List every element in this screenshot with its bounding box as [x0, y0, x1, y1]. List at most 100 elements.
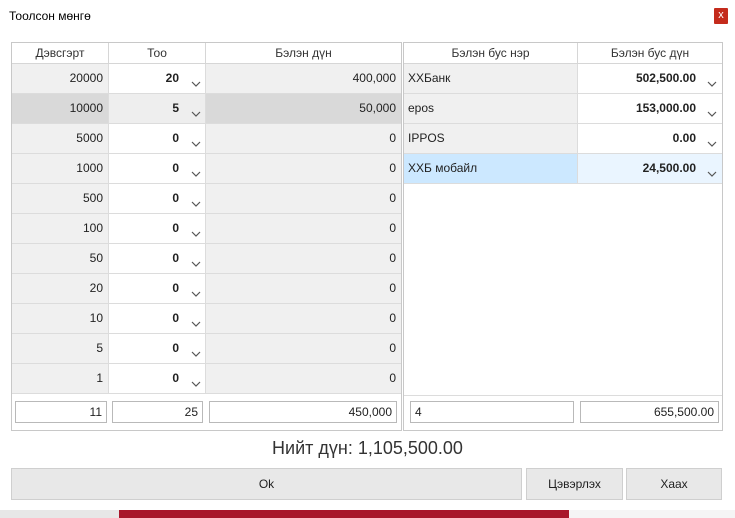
noncash-count-field[interactable]: 4 — [410, 401, 574, 423]
noncash-row[interactable]: epos 153,000.00 — [404, 94, 722, 124]
cash-row[interactable]: 5000 0 0 — [12, 124, 401, 154]
total-count-field[interactable]: 25 — [112, 401, 203, 423]
noncash-amount-value: 502,500.00 — [635, 71, 696, 85]
noncash-row[interactable]: ХХБанк 502,500.00 — [404, 64, 722, 94]
cash-row[interactable]: 100 0 0 — [12, 214, 401, 244]
close-window-button[interactable]: x — [714, 8, 728, 24]
cash-amount-cell: 0 — [206, 154, 401, 184]
cash-row[interactable]: 500 0 0 — [12, 184, 401, 214]
noncash-row[interactable]: IPPOS 0.00 — [404, 124, 722, 154]
chevron-down-icon[interactable] — [190, 72, 202, 87]
chevron-down-icon[interactable] — [190, 342, 202, 357]
count-dropdown[interactable]: 0 — [109, 154, 206, 184]
count-value: 0 — [172, 251, 179, 265]
column-header-noncash-amount[interactable]: Бэлэн бус дүн — [578, 43, 722, 64]
noncash-amount-dropdown[interactable]: 0.00 — [578, 124, 722, 154]
count-dropdown[interactable]: 0 — [109, 274, 206, 304]
cash-amount-cell: 50,000 — [206, 94, 401, 124]
count-value: 0 — [172, 281, 179, 295]
count-dropdown[interactable]: 20 — [109, 64, 206, 94]
noncash-amount-value: 153,000.00 — [635, 101, 696, 115]
cash-row[interactable]: 20 0 0 — [12, 274, 401, 304]
denomination-cell: 100 — [12, 214, 109, 244]
denomination-cell: 5 — [12, 334, 109, 364]
window-title: Тоолсон мөнгө — [9, 9, 91, 23]
chevron-down-icon[interactable] — [190, 372, 202, 387]
close-button[interactable]: Хаах — [626, 468, 722, 500]
noncash-name-cell: epos — [404, 94, 578, 124]
chevron-down-icon[interactable] — [190, 162, 202, 177]
grid-divider — [404, 395, 722, 396]
background-strip-banner — [119, 510, 569, 518]
noncash-amount-value: 24,500.00 — [642, 161, 696, 175]
noncash-amount-dropdown[interactable]: 24,500.00 — [578, 154, 722, 184]
chevron-down-icon[interactable] — [190, 252, 202, 267]
denomination-cell: 20 — [12, 274, 109, 304]
cash-row[interactable]: 50 0 0 — [12, 244, 401, 274]
total-cash-amount-field[interactable]: 450,000 — [209, 401, 397, 423]
ok-button[interactable]: Ok — [11, 468, 522, 500]
noncash-grid: Бэлэн бус нэр Бэлэн бус дүн ХХБанк 502,50… — [403, 42, 723, 431]
noncash-row[interactable]: ХХБ мобайл 24,500.00 — [404, 154, 722, 184]
count-dropdown[interactable]: 0 — [109, 244, 206, 274]
clear-button[interactable]: Цэвэрлэх — [526, 468, 623, 500]
column-header-noncash-name[interactable]: Бэлэн бус нэр — [404, 43, 578, 64]
chevron-down-icon[interactable] — [190, 312, 202, 327]
chevron-down-icon[interactable] — [190, 192, 202, 207]
count-value: 0 — [172, 161, 179, 175]
count-value: 0 — [172, 131, 179, 145]
column-header-cash-amount[interactable]: Бэлэн дүн — [206, 43, 401, 64]
cash-amount-cell: 0 — [206, 334, 401, 364]
chevron-down-icon[interactable] — [706, 132, 718, 147]
cash-row[interactable]: 1 0 0 — [12, 364, 401, 394]
cash-amount-cell: 0 — [206, 364, 401, 394]
cash-amount-cell: 0 — [206, 244, 401, 274]
column-header-denomination[interactable]: Дэвсгэрт — [12, 43, 109, 64]
background-strip-left — [0, 510, 119, 518]
chevron-down-icon[interactable] — [706, 102, 718, 117]
noncash-amount-dropdown[interactable]: 153,000.00 — [578, 94, 722, 124]
cash-row[interactable]: 5 0 0 — [12, 334, 401, 364]
cash-row[interactable]: 1000 0 0 — [12, 154, 401, 184]
column-header-count[interactable]: Тоо — [109, 43, 206, 64]
total-denominations-field[interactable]: 11 — [15, 401, 107, 423]
grand-total-label: Нийт дүн: 1,105,500.00 — [272, 438, 463, 458]
cash-grid: Дэвсгэрт Тоо Бэлэн дүн 20000 20 400,000 100… — [11, 42, 402, 431]
noncash-amount-dropdown[interactable]: 502,500.00 — [578, 64, 722, 94]
chevron-down-icon[interactable] — [190, 222, 202, 237]
chevron-down-icon[interactable] — [706, 162, 718, 177]
count-value: 0 — [172, 371, 179, 385]
denomination-cell: 10000 — [12, 94, 109, 124]
count-dropdown[interactable]: 0 — [109, 184, 206, 214]
count-value: 0 — [172, 221, 179, 235]
denomination-cell: 10 — [12, 304, 109, 334]
count-dropdown[interactable]: 0 — [109, 124, 206, 154]
noncash-name-cell: ХХБанк — [404, 64, 578, 94]
cash-amount-cell: 0 — [206, 124, 401, 154]
count-dropdown[interactable]: 0 — [109, 334, 206, 364]
count-value: 0 — [172, 311, 179, 325]
background-window-strip — [0, 510, 735, 518]
chevron-down-icon[interactable] — [190, 282, 202, 297]
denomination-cell: 1 — [12, 364, 109, 394]
count-value: 0 — [172, 341, 179, 355]
count-dropdown[interactable]: 0 — [109, 214, 206, 244]
noncash-name-cell: ХХБ мобайл — [404, 154, 578, 184]
title-bar: Тоолсон мөнгө x — [0, 0, 735, 32]
chevron-down-icon[interactable] — [190, 132, 202, 147]
count-value: 20 — [165, 71, 179, 85]
cash-row[interactable]: 10 0 0 — [12, 304, 401, 334]
chevron-down-icon[interactable] — [190, 102, 202, 117]
cash-amount-cell: 0 — [206, 184, 401, 214]
count-dropdown[interactable]: 5 — [109, 94, 206, 124]
cash-amount-cell: 0 — [206, 304, 401, 334]
count-dropdown[interactable]: 0 — [109, 364, 206, 394]
count-dropdown[interactable]: 0 — [109, 304, 206, 334]
count-value: 5 — [172, 101, 179, 115]
noncash-amount-value: 0.00 — [672, 131, 696, 145]
cash-row[interactable]: 10000 5 50,000 — [12, 94, 401, 124]
noncash-total-amount-field[interactable]: 655,500.00 — [580, 401, 719, 423]
cash-row[interactable]: 20000 20 400,000 — [12, 64, 401, 94]
chevron-down-icon[interactable] — [706, 72, 718, 87]
denomination-cell: 500 — [12, 184, 109, 214]
